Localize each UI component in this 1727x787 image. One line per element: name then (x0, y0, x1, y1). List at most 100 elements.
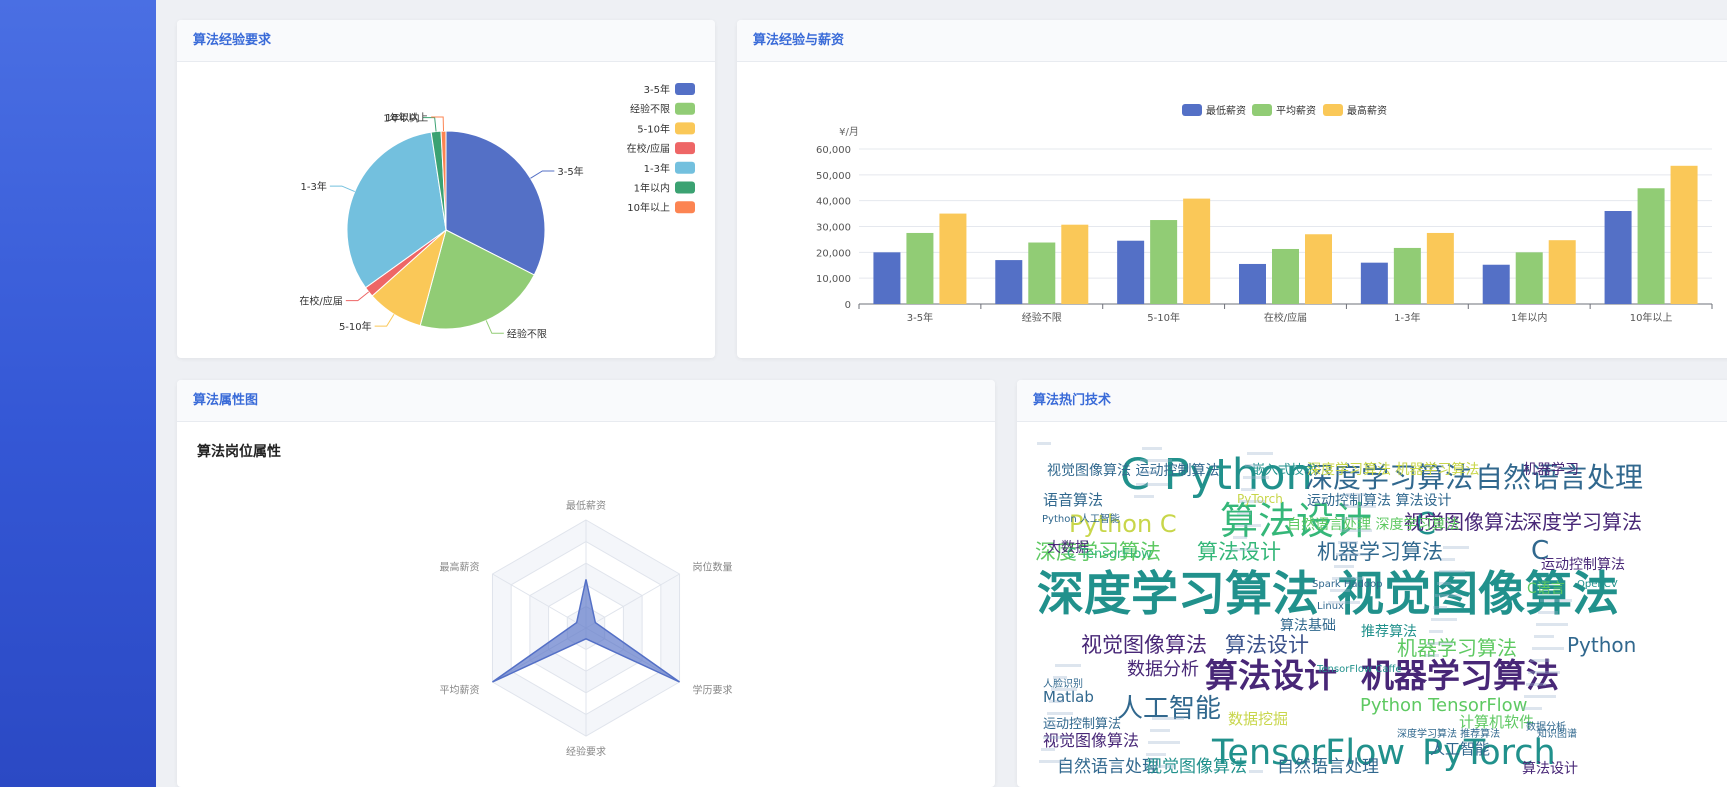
bar (1028, 242, 1056, 304)
y-tick-label: 50,000 (816, 171, 851, 182)
word-cloud-filler (1051, 688, 1077, 691)
word-cloud-filler (1439, 570, 1465, 573)
experience-salary-bar-chart: 最低薪资 平均薪资 最高薪资 ¥/月 0 10,000 20,000 30,000 40,000… (816, 104, 1713, 324)
word-cloud-filler (1435, 594, 1461, 597)
word-cloud-word: OpenCV (1577, 579, 1618, 590)
word-cloud-filler (1247, 452, 1273, 455)
x-tick-label: 3-5年 (907, 311, 933, 324)
legend-swatch (675, 161, 695, 174)
word-cloud-word: 人工智能 (1430, 740, 1490, 758)
experience-salary-card: 算法经验与薪资 最低薪资 平均薪资 最高薪资 ¥/月 0 10,000 20,000 30,0… (737, 20, 1727, 358)
word-cloud-filler (1334, 565, 1354, 568)
word-cloud-word: 算法设计 (1197, 540, 1281, 564)
radar-indicator-label: 岗位数量 (693, 561, 733, 574)
x-tick-label: 1年以内 (1511, 311, 1547, 324)
legend-swatch (675, 102, 695, 115)
word-cloud-word: 视觉图像算法 (1081, 633, 1207, 657)
legend-swatch (1323, 104, 1343, 116)
word-cloud-word: 推荐算法 (1361, 624, 1417, 640)
word-cloud-word: 自然语言处理 (1277, 757, 1379, 777)
word-cloud-filler (1047, 712, 1073, 715)
word-cloud-filler (1241, 488, 1255, 491)
bar (1482, 264, 1510, 304)
word-cloud-filler (1526, 683, 1546, 686)
hot-tech-word-cloud: 深度学习算法 视觉图像算法C Python深度学习算法 自然语言处理算法设计 CPyt… (1033, 432, 1643, 777)
word-cloud-word: 算法设计 (1225, 633, 1309, 657)
legend-label: 10年以上 (627, 201, 670, 214)
word-cloud-word: PyTorch (1237, 492, 1283, 506)
word-cloud-word: 数据挖掘 (1228, 710, 1288, 728)
word-cloud-filler (1142, 447, 1162, 450)
bar (995, 260, 1023, 304)
bar (1239, 263, 1266, 304)
bar (1426, 232, 1454, 304)
bar (1393, 247, 1421, 304)
pie-label: 3-5年 (557, 165, 583, 178)
word-cloud-word: 语音算法 (1043, 491, 1103, 509)
y-tick-label: 10,000 (816, 274, 851, 285)
bar (1272, 248, 1299, 304)
word-cloud-filler (1536, 623, 1568, 626)
bar (873, 252, 901, 304)
word-cloud-filler (1522, 707, 1542, 710)
word-cloud-filler (1045, 724, 1059, 727)
word-cloud-word: 运动控制算法 (1541, 557, 1625, 573)
word-cloud-filler (1425, 654, 1439, 657)
radar-indicator-label: 最低薪资 (566, 499, 606, 512)
word-cloud-filler (1437, 582, 1451, 585)
word-cloud-filler (1239, 500, 1265, 503)
word-cloud-filler (1136, 483, 1168, 486)
word-cloud-word: Python 人工智能 (1042, 512, 1120, 525)
bar (1360, 262, 1388, 304)
bar (1637, 188, 1665, 304)
word-cloud-word: C TensorFlow (1067, 547, 1152, 562)
word-cloud-word: 运动控制算法 算法设计 (1307, 493, 1451, 509)
legend-label: 3-5年 (644, 83, 670, 96)
bar (1117, 240, 1145, 304)
word-cloud-word: 深度学习算法 (1522, 510, 1642, 534)
y-tick-label: 0 (845, 300, 851, 311)
word-cloud-filler (1134, 495, 1154, 498)
word-cloud-filler (1041, 748, 1055, 751)
word-cloud-filler (1346, 493, 1366, 496)
pie-label: 5-10年 (339, 320, 372, 333)
word-cloud-filler (1336, 553, 1368, 556)
legend-swatch (675, 181, 695, 194)
hot-tech-card: 算法热门技术 深度学习算法 视觉图像算法 C Python 深度学习算法 自然语言处理算… (1017, 380, 1727, 787)
bar (1548, 240, 1576, 304)
algorithm-attribute-card: 算法属性图 算法岗位属性 最低薪资 岗位数量 学历要求 经验要求 平均薪资 最高薪资 (177, 380, 995, 787)
legend-label: 平均薪资 (1276, 105, 1316, 117)
word-cloud-filler (1037, 442, 1051, 445)
word-cloud-filler (1144, 765, 1176, 768)
x-tick-label: 1-3年 (1394, 311, 1420, 324)
word-cloud-word: 机器学习算法 (1317, 540, 1443, 564)
word-cloud-filler (1338, 541, 1358, 544)
word-cloud-filler (1538, 611, 1558, 614)
word-cloud-filler (1540, 599, 1572, 602)
experience-pie-card: 算法经验要求 3-5年 经验不限 5-10年 在校/应届 1-3年 1年以内 10年以上 3-… (177, 20, 715, 358)
legend-swatch (1252, 104, 1272, 116)
word-cloud-filler (1148, 741, 1180, 744)
word-cloud-word: 深度学习算法 推荐算法 (1397, 727, 1500, 740)
legend-swatch (675, 201, 695, 214)
word-cloud-filler (1342, 517, 1362, 520)
word-cloud-word: TensorFlow Caffe (1316, 664, 1402, 675)
pie-label-line (485, 320, 504, 334)
pie-label: 1-3年 (301, 180, 327, 193)
bar (1515, 252, 1543, 304)
card-title: 算法经验要求 (177, 20, 715, 62)
y-tick-label: 40,000 (816, 197, 851, 208)
legend-label: 在校/应届 (627, 142, 670, 155)
bar (1150, 220, 1178, 304)
pie-label-line (530, 170, 555, 179)
word-cloud-filler (1530, 659, 1550, 662)
word-cloud-filler (1243, 476, 1269, 479)
word-cloud-word: 深度学习算法 机器学习算法 (1307, 462, 1479, 478)
y-tick-label: 30,000 (816, 223, 851, 234)
x-tick-label: 经验不限 (1022, 311, 1062, 324)
legend-label: 1年以内 (634, 182, 670, 195)
legend-label: 经验不限 (630, 103, 670, 116)
word-cloud-word: 视觉图像算法 (1043, 731, 1139, 750)
y-axis-unit: ¥/月 (839, 126, 859, 138)
pie-label-line (374, 313, 395, 327)
